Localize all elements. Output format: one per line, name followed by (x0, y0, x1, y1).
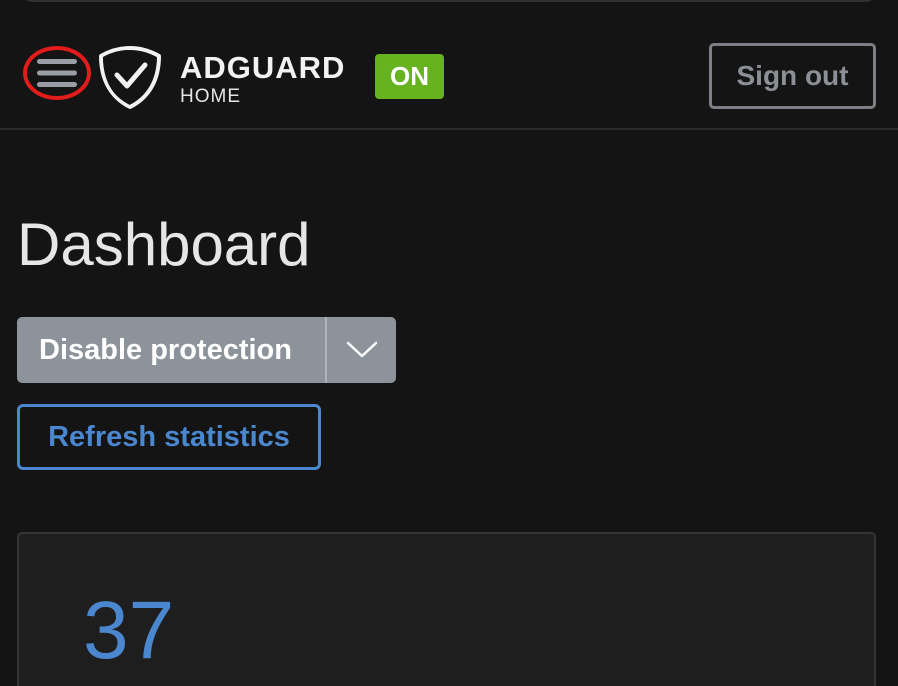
brand-subtitle: HOME (180, 86, 241, 107)
adguard-shield-logo (99, 46, 161, 109)
disable-protection-button[interactable]: Disable protection (17, 317, 327, 383)
brand: ADGUARD HOME (180, 52, 345, 108)
statistics-card: 37 (17, 532, 876, 686)
menu-button[interactable] (23, 46, 91, 100)
page-title: Dashboard (17, 211, 311, 278)
brand-name: ADGUARD (180, 50, 346, 85)
disable-protection-split-button: Disable protection (17, 317, 396, 383)
previous-panel-edge (22, 0, 876, 2)
refresh-statistics-button[interactable]: Refresh statistics (17, 404, 321, 470)
app-frame: ADGUARD HOME ON Sign out Dashboard Disab… (0, 0, 898, 686)
disable-protection-dropdown-toggle[interactable] (327, 317, 396, 383)
sign-out-button[interactable]: Sign out (709, 43, 876, 109)
chevron-down-icon (346, 341, 377, 358)
menu-icon (37, 59, 77, 87)
protection-status-badge: ON (375, 54, 444, 99)
stat-value: 37 (83, 585, 175, 676)
